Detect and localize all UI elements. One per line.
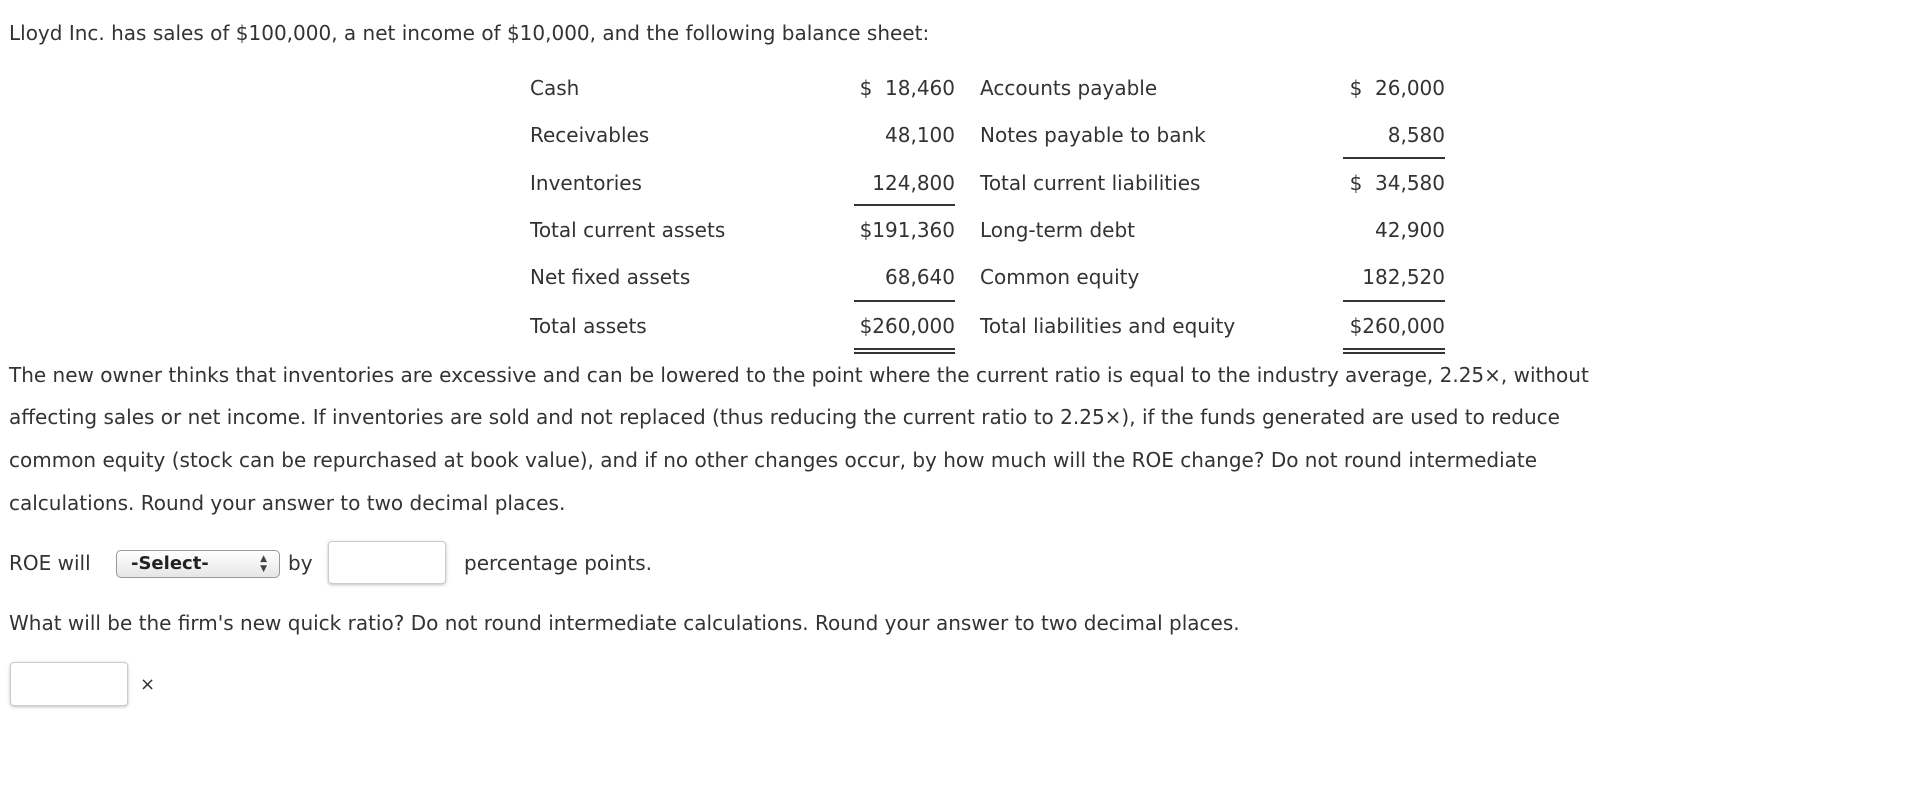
liability-label: Long-term debt — [980, 218, 1136, 242]
liability-value: 42,900 — [1375, 218, 1445, 242]
liability-label: Total current liabilities — [980, 171, 1201, 195]
asset-label: Inventories — [530, 171, 642, 195]
liability-value: $260,000 — [1349, 314, 1445, 338]
total-double-rule — [854, 352, 955, 354]
asset-value: $ 18,460 — [859, 76, 955, 100]
asset-label: Receivables — [530, 123, 650, 147]
problem-line: calculations. Round your answer to two d… — [9, 491, 566, 515]
liability-value: $ 34,580 — [1349, 171, 1445, 195]
quick-ratio-input[interactable] — [10, 662, 128, 706]
subtotal-rule — [854, 204, 955, 206]
liability-label: Total liabilities and equity — [980, 314, 1236, 338]
total-double-rule — [854, 348, 955, 350]
roe-change-input[interactable] — [328, 541, 446, 584]
roe-prefix: ROE will — [9, 551, 91, 575]
problem-line: common equity (stock can be repurchased … — [9, 448, 1538, 472]
liability-value: 8,580 — [1387, 123, 1445, 147]
subtotal-rule — [854, 300, 955, 302]
problem-line: affecting sales or net income. If invent… — [9, 405, 1560, 429]
asset-label: Net fixed assets — [530, 265, 691, 289]
liability-label: Notes payable to bank — [980, 123, 1206, 147]
problem-line: The new owner thinks that inventories ar… — [9, 363, 1589, 387]
liability-label: Common equity — [980, 265, 1140, 289]
total-double-rule — [1343, 348, 1445, 350]
quick-ratio-question: What will be the firm's new quick ratio?… — [9, 611, 1240, 635]
roe-direction-select[interactable]: -Select- ▲ ▼ — [116, 550, 280, 578]
asset-value: 48,100 — [885, 123, 955, 147]
subtotal-rule — [1343, 300, 1445, 302]
asset-value: 124,800 — [872, 171, 955, 195]
asset-value: $191,360 — [859, 218, 955, 242]
asset-value: $260,000 — [859, 314, 955, 338]
total-double-rule — [1343, 352, 1445, 354]
roe-by-label: by — [288, 551, 313, 575]
asset-label: Total current assets — [530, 218, 726, 242]
times-suffix: × — [140, 674, 156, 695]
asset-label: Total assets — [530, 314, 647, 338]
select-arrows-icon: ▲ ▼ — [260, 554, 267, 574]
liability-label: Accounts payable — [980, 76, 1158, 100]
asset-value: 68,640 — [885, 265, 955, 289]
asset-label: Cash — [530, 76, 580, 100]
liability-value: $ 26,000 — [1349, 76, 1445, 100]
intro-text: Lloyd Inc. has sales of $100,000, a net … — [9, 21, 930, 45]
subtotal-rule — [1343, 157, 1445, 159]
roe-suffix: percentage points. — [464, 551, 652, 575]
select-value: -Select- — [131, 553, 209, 574]
liability-value: 182,520 — [1362, 265, 1445, 289]
